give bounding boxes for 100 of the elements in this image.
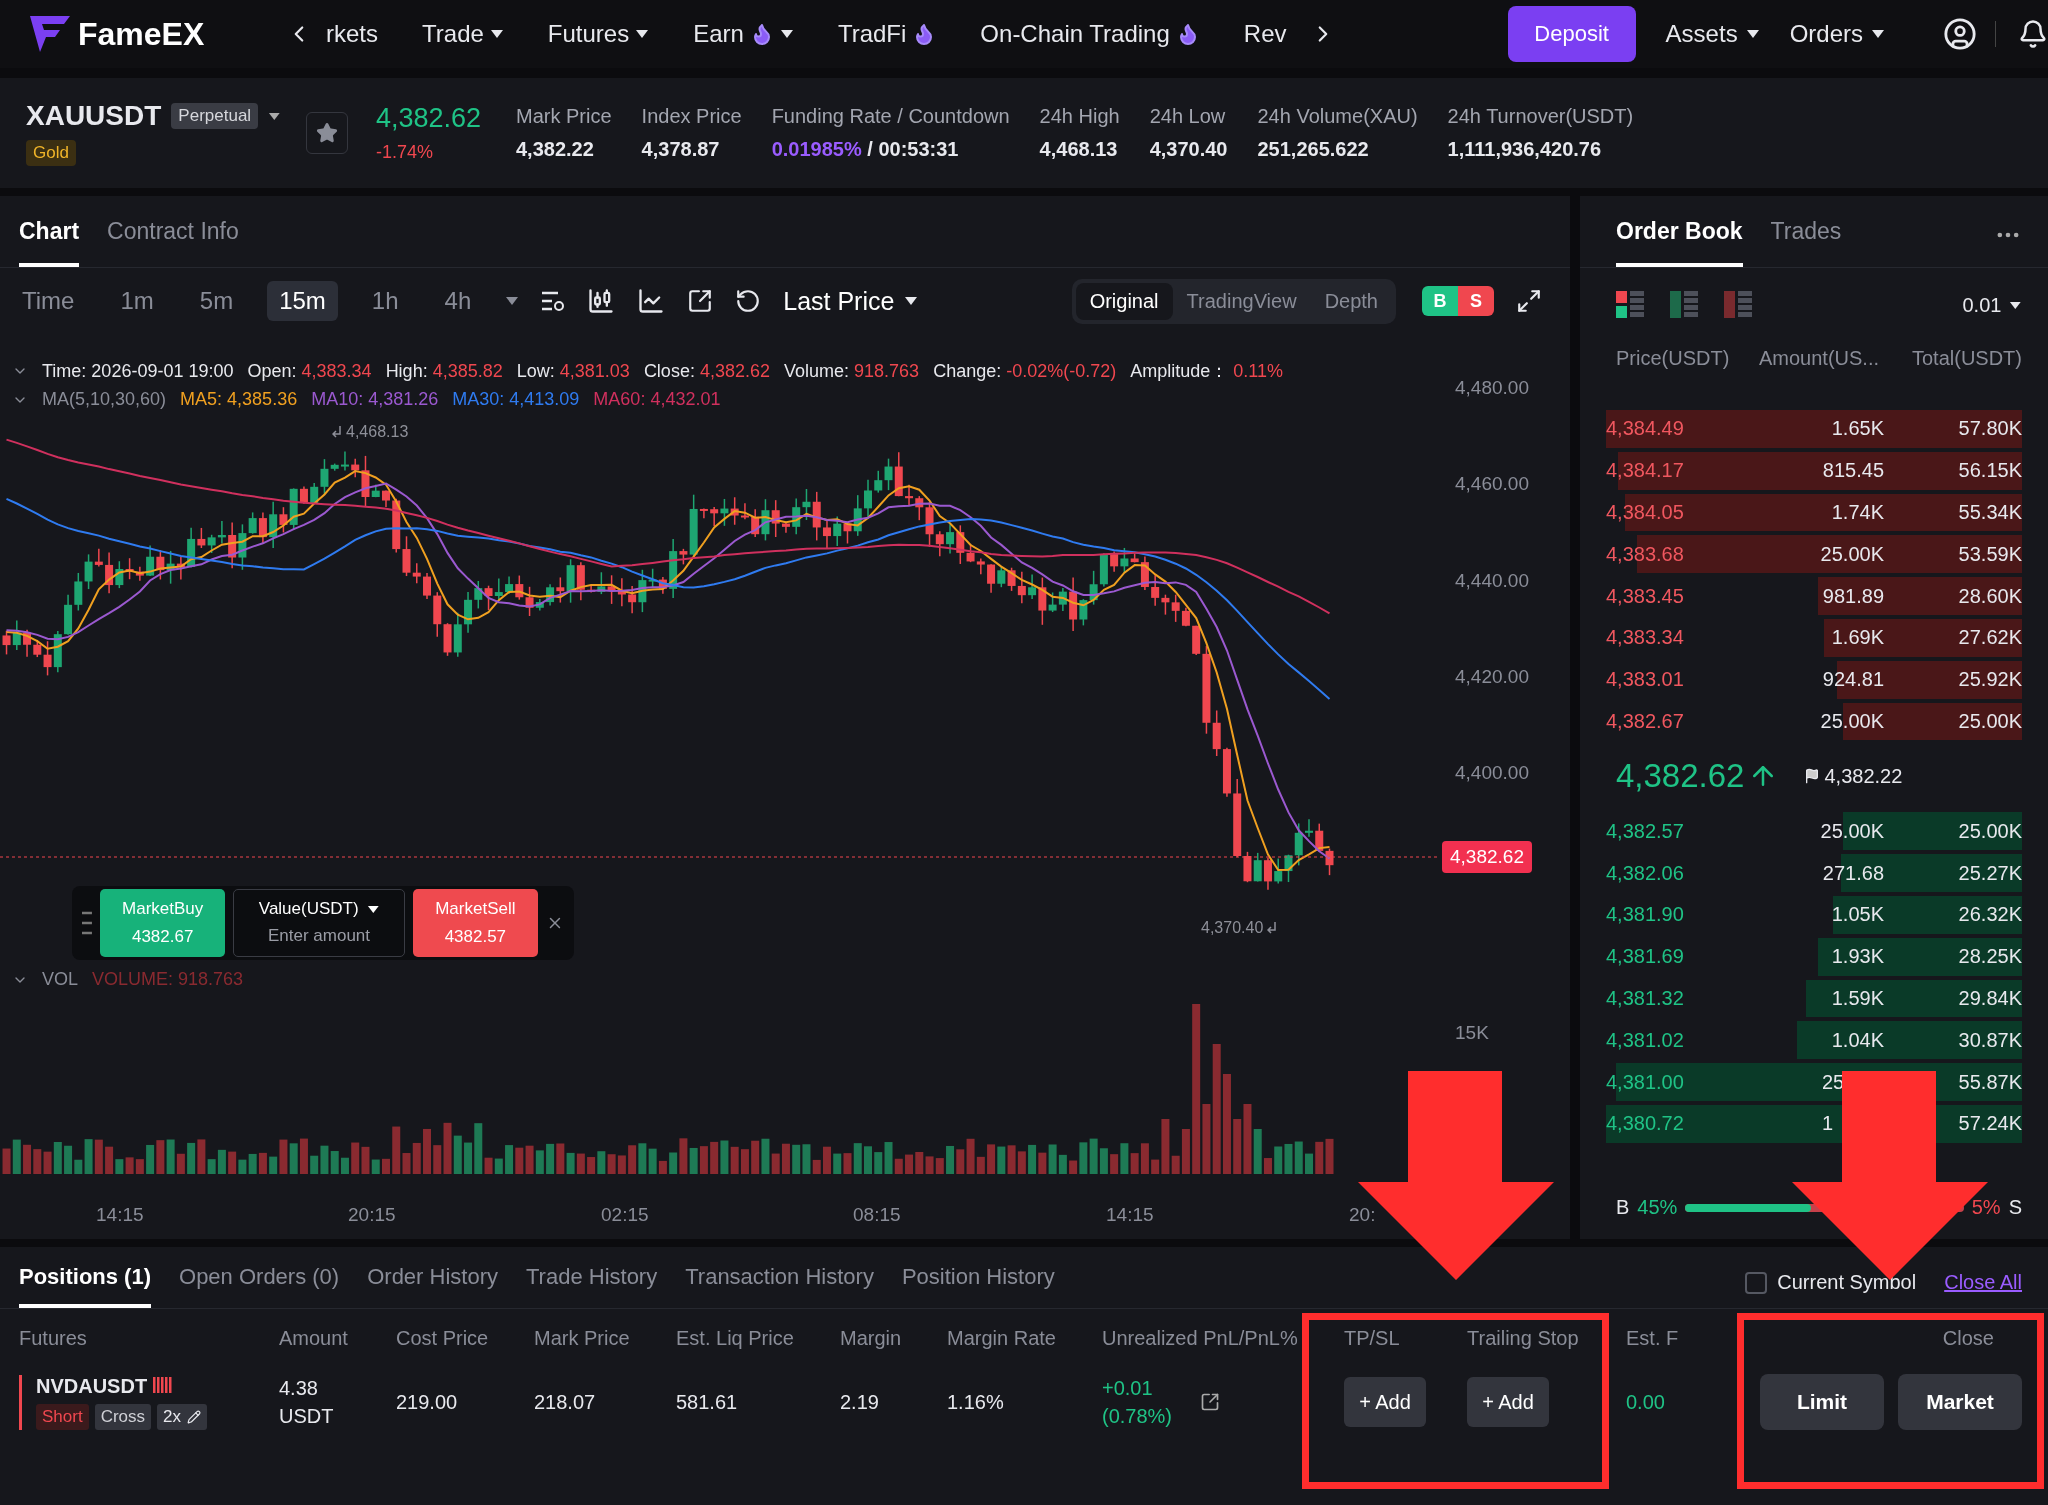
nav-item[interactable]: Earn <box>693 20 794 48</box>
layout-icon[interactable] <box>1616 291 1644 319</box>
positions-tab[interactable]: Open Orders (0) <box>179 1264 340 1308</box>
order-book-tab[interactable]: Trades <box>1770 218 1842 267</box>
add-trailing-stop-button[interactable]: + Add <box>1467 1377 1549 1427</box>
caret-icon <box>779 29 794 39</box>
positions-tab[interactable]: Order History <box>367 1264 498 1308</box>
drag-handle-icon[interactable] <box>82 910 92 936</box>
indicator-settings-icon[interactable] <box>541 290 566 312</box>
table-cell-text: 0.00 <box>1626 1390 1666 1415</box>
interval-tab[interactable]: Time <box>10 281 87 321</box>
leverage-tag[interactable]: 2x <box>157 1403 207 1430</box>
position-symbol: NVDAUSDT <box>36 1374 279 1398</box>
share-icon[interactable] <box>687 288 714 314</box>
price-type-dropdown[interactable]: Last Price <box>783 286 919 316</box>
amount-field[interactable]: Value(USDT) Enter amount <box>233 889 405 957</box>
price-axis-label: 4,480.00 <box>1455 377 1529 399</box>
nav-menu[interactable]: Orders <box>1789 20 1885 48</box>
close-position-button[interactable]: Limit <box>1760 1374 1884 1430</box>
stat-label: 24h High <box>1039 105 1120 128</box>
volume-axis-label: 15K <box>1455 1022 1489 1044</box>
view-tab[interactable]: TradingView <box>1172 282 1311 320</box>
last-price: 4,382.62 <box>376 103 483 134</box>
stat-value: 1,111,936,420.76 <box>1447 138 1603 161</box>
nav-item[interactable]: Futures <box>547 20 650 48</box>
precision-dropdown[interactable]: 0.01 <box>1962 293 2022 317</box>
fullscreen-icon[interactable] <box>1516 288 1542 314</box>
ask-row[interactable]: 4,383.68 25.00K 53.59K <box>1606 533 2022 576</box>
bid-row[interactable]: 4,381.02 1.04K 30.87K <box>1606 1019 2022 1062</box>
stat-label: 24h Low <box>1149 105 1227 128</box>
reset-icon[interactable] <box>735 288 762 314</box>
ask-row[interactable]: 4,384.49 1.65K 57.80K <box>1606 408 2022 450</box>
deposit-button[interactable]: Deposit <box>1507 6 1636 62</box>
column-header: Unrealized PnL/PnL% <box>1102 1325 1299 1351</box>
chart-tab[interactable]: Contract Info <box>107 218 239 267</box>
price-axis-label: 4,400.00 <box>1455 762 1529 784</box>
user-icon[interactable] <box>1943 17 1977 51</box>
bid-row[interactable]: 4,381.69 1.93K 28.25K <box>1606 935 2022 978</box>
close-all-link[interactable]: Close All <box>1944 1271 2022 1294</box>
caret-icon <box>1871 29 1885 39</box>
order-book-tab[interactable]: Order Book <box>1616 218 1743 267</box>
nav-menu[interactable]: Assets <box>1665 20 1760 48</box>
stat-label: Index Price <box>641 105 742 128</box>
caret-icon <box>635 29 650 39</box>
nav-item[interactable]: Trade <box>422 20 504 48</box>
unit-dropdown[interactable]: Value(USDT) <box>258 899 380 919</box>
ask-row[interactable]: 4,383.45 981.89 28.60K <box>1606 575 2022 617</box>
caret-icon <box>904 296 919 306</box>
stat-label: 24h Volume(XAU) <box>1257 105 1418 128</box>
interval-tab[interactable]: 5m <box>187 281 246 321</box>
share-icon[interactable] <box>1200 1392 1220 1412</box>
logo-icon[interactable] <box>30 16 70 52</box>
positions-tab[interactable]: Position History <box>901 1264 1055 1308</box>
ask-row[interactable]: 4,384.05 1.74K 55.34K <box>1606 491 2022 534</box>
flag-icon <box>1804 768 1821 785</box>
bid-row[interactable]: 4,381.32 1.59K 29.84K <box>1606 977 2022 1020</box>
ask-row[interactable]: 4,383.34 1.69K 27.62K <box>1606 617 2022 659</box>
interval-tab[interactable]: 1h <box>359 281 411 321</box>
time-axis-label: 14:15 <box>96 1204 144 1226</box>
view-tab[interactable]: Original <box>1075 282 1173 320</box>
logo-text[interactable]: FameEX <box>78 15 205 53</box>
high-marker: 4,468.13 <box>346 423 409 441</box>
chart-tab[interactable]: Chart <box>19 218 80 267</box>
amount-input[interactable]: Enter amount <box>244 925 394 947</box>
ask-row[interactable]: 4,384.17 815.45 56.15K <box>1606 449 2022 492</box>
column-header: Amount(US... <box>1757 346 1880 370</box>
corner-arrow-icon <box>332 426 342 438</box>
side-tag: Short <box>36 1403 89 1430</box>
ohlc-info: High: 4,385.82 <box>385 360 503 382</box>
market-sell-button[interactable]: MarketSell 4382.57 <box>412 889 539 957</box>
favorite-button[interactable] <box>306 112 348 154</box>
positions-tab[interactable]: Trade History <box>526 1264 658 1308</box>
candlestick-icon[interactable] <box>587 287 616 315</box>
sell-percent: 5% <box>1971 1196 2001 1219</box>
bid-row[interactable]: 4,382.06 271.68 25.27K <box>1606 852 2022 894</box>
nav-item[interactable]: On-Chain Trading <box>980 20 1200 48</box>
close-position-button[interactable]: Market <box>1898 1374 2022 1430</box>
interval-tab[interactable]: 4h <box>432 281 484 321</box>
bid-row[interactable]: 4,382.57 25.00K 25.00K <box>1606 810 2022 853</box>
perpetual-badge: Perpetual <box>171 103 259 129</box>
interval-tab[interactable]: 1m <box>108 281 166 321</box>
bell-icon[interactable] <box>2018 19 2048 49</box>
view-tab[interactable]: Depth <box>1310 282 1392 320</box>
edit-icon[interactable] <box>187 1409 201 1424</box>
line-chart-icon[interactable] <box>637 287 666 315</box>
star-icon <box>316 122 338 144</box>
current-symbol-checkbox[interactable]: Current Symbol <box>1745 1271 1917 1294</box>
interval-tab[interactable]: 15m <box>267 281 338 321</box>
table-cell-text: 2.19 <box>840 1390 880 1415</box>
column-header: Amount <box>279 1325 349 1351</box>
ask-row[interactable]: 4,382.67 25.00K 25.00K <box>1606 700 2022 743</box>
positions-tab[interactable]: Positions (1) <box>19 1264 151 1308</box>
add-tpsl-button[interactable]: + Add <box>1344 1377 1426 1427</box>
positions-tab[interactable]: Transaction History <box>685 1264 874 1308</box>
nav-item[interactable]: TradFi <box>837 20 937 48</box>
ask-row[interactable]: 4,383.01 924.81 25.92K <box>1606 658 2022 701</box>
nav-item[interactable]: rkets <box>326 20 378 48</box>
nav-item[interactable]: Rev <box>1243 20 1287 48</box>
bars-icon <box>152 1376 173 1393</box>
bid-row[interactable]: 4,381.90 1.05K 26.32K <box>1606 893 2022 936</box>
